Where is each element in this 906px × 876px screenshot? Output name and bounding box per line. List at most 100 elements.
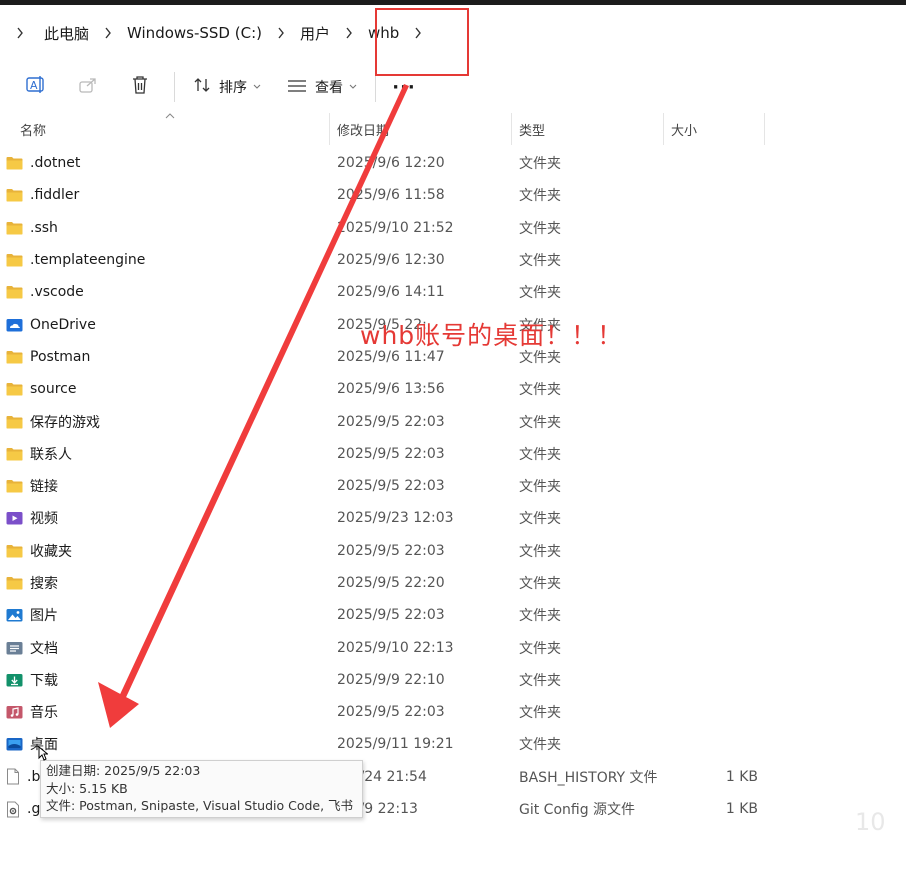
file-name-cell: 桌面: [6, 728, 58, 760]
folder-icon: [6, 576, 23, 590]
file-name-cell: .g: [6, 793, 40, 825]
file-name: 下载: [30, 672, 58, 689]
file-date: 2025/9/6 12:30: [337, 252, 445, 269]
column-size[interactable]: 大小: [665, 113, 765, 145]
file-date: 2025/9/5 22:03: [337, 542, 445, 559]
share-button[interactable]: [62, 67, 114, 107]
column-header: 名称 修改日期 类型 大小: [0, 113, 906, 145]
toolbar-divider: [375, 72, 376, 102]
onedrive-folder-icon: [6, 318, 23, 332]
file-name-cell: 文档: [6, 631, 58, 663]
file-name-cell: source: [6, 373, 77, 405]
file-date: 2025/9/11 19:21: [337, 736, 454, 753]
view-list-icon: [287, 78, 307, 97]
file-type: BASH_HISTORY 文件: [519, 769, 658, 786]
column-name[interactable]: 名称: [14, 113, 330, 145]
file-row[interactable]: 联系人 2025/9/5 22:03 文件夹: [0, 438, 906, 470]
sort-button[interactable]: 排序: [183, 67, 271, 107]
file-type: 文件夹: [519, 382, 561, 399]
chevron-right-icon[interactable]: [403, 5, 433, 61]
toolbar-divider: [174, 72, 175, 102]
file-name: 视频: [30, 511, 58, 528]
file-row[interactable]: .fiddler 2025/9/6 11:58 文件夹: [0, 179, 906, 211]
file-row[interactable]: 音乐 2025/9/5 22:03 文件夹: [0, 696, 906, 728]
file-type: Git Config 源文件: [519, 802, 636, 819]
breadcrumb-item-users[interactable]: 用户: [296, 5, 334, 61]
rename-button[interactable]: A: [10, 67, 62, 107]
file-row[interactable]: .vscode 2025/9/6 14:11 文件夹: [0, 276, 906, 308]
file-row[interactable]: 搜索 2025/9/5 22:20 文件夹: [0, 567, 906, 599]
file-name: .vscode: [30, 284, 84, 301]
file-row[interactable]: .templateengine 2025/9/6 12:30 文件夹: [0, 244, 906, 276]
file-row[interactable]: 收藏夹 2025/9/5 22:03 文件夹: [0, 535, 906, 567]
mouse-cursor-icon: [38, 745, 49, 765]
file-row[interactable]: 桌面 2025/9/11 19:21 文件夹: [0, 728, 906, 763]
file-name: 链接: [30, 479, 58, 496]
file-date: 2025/9/5 22:03: [337, 413, 445, 430]
file-row[interactable]: .dotnet 2025/9/6 12:20 文件夹: [0, 147, 906, 179]
file-date: 2025/9/5 22:03: [337, 607, 445, 624]
file-date: 2025/9/10 21:52: [337, 219, 454, 236]
file-size: [670, 341, 758, 373]
column-date[interactable]: 修改日期: [331, 113, 512, 145]
file-size: [670, 728, 758, 760]
file-size: [670, 502, 758, 534]
chevron-right-icon[interactable]: [0, 5, 40, 61]
file-row[interactable]: 链接 2025/9/5 22:03 文件夹: [0, 470, 906, 502]
file-date: 2025/9/5 22:03: [337, 704, 445, 721]
music-folder-icon: [6, 705, 23, 719]
file-size: [670, 631, 758, 663]
file-row[interactable]: 图片 2025/9/5 22:03 文件夹: [0, 599, 906, 631]
file-size: [670, 308, 758, 340]
file-row[interactable]: 下载 2025/9/9 22:10 文件夹: [0, 664, 906, 696]
file-size: [670, 373, 758, 405]
breadcrumb-item-drive[interactable]: Windows-SSD (C:): [123, 5, 266, 61]
folder-icon: [6, 156, 23, 170]
delete-button[interactable]: [114, 67, 166, 107]
file-name-cell: 搜索: [6, 567, 58, 599]
file-type: 文件夹: [519, 253, 561, 270]
command-bar: A 排序 查看 ···: [0, 61, 906, 113]
chevron-right-icon[interactable]: [266, 5, 296, 61]
file-size: [670, 599, 758, 631]
config-file-icon: [6, 801, 20, 818]
file-name: .ssh: [30, 219, 58, 236]
file-date: 2025/9/6 13:56: [337, 381, 445, 398]
file-size: [670, 147, 758, 179]
file-type: 文件夹: [519, 737, 561, 754]
column-type[interactable]: 类型: [513, 113, 664, 145]
file-row[interactable]: source 2025/9/6 13:56 文件夹: [0, 373, 906, 405]
svg-text:A: A: [30, 79, 38, 92]
file-name: 搜索: [30, 576, 58, 592]
file-type: 文件夹: [519, 511, 561, 528]
file-size: [670, 696, 758, 728]
rename-icon: A: [25, 75, 47, 99]
breadcrumb-item-this-pc[interactable]: 此电脑: [40, 5, 93, 61]
file-name: source: [30, 381, 77, 398]
folder-icon: [6, 253, 23, 267]
view-button[interactable]: 查看: [277, 67, 367, 107]
more-options-button[interactable]: ···: [384, 67, 424, 107]
file-name: 保存的游戏: [30, 414, 100, 431]
breadcrumb-item-whb[interactable]: whb: [364, 5, 403, 61]
file-row[interactable]: 保存的游戏 2025/9/5 22:03 文件夹: [0, 405, 906, 437]
file-row[interactable]: 文档 2025/9/10 22:13 文件夹: [0, 631, 906, 663]
chevron-right-icon[interactable]: [93, 5, 123, 61]
file-row[interactable]: .ssh 2025/9/10 21:52 文件夹: [0, 212, 906, 244]
file-name: 收藏夹: [30, 543, 72, 560]
file-type: 文件夹: [519, 156, 561, 173]
tooltip-files: 文件: Postman, Snipaste, Visual Studio Cod…: [46, 798, 354, 813]
chevron-right-icon[interactable]: [334, 5, 364, 61]
file-name-cell: .fiddler: [6, 179, 79, 211]
file-row[interactable]: 视频 2025/9/23 12:03 文件夹: [0, 502, 906, 534]
folder-icon: [6, 350, 23, 364]
file-type: 文件夹: [519, 705, 561, 722]
file-name: 文档: [30, 640, 58, 657]
file-type: 文件夹: [519, 188, 561, 205]
file-date: 2025/9/5 22:03: [337, 445, 445, 462]
file-date: 2025/9/9 22:10: [337, 671, 445, 688]
file-name-cell: .vscode: [6, 276, 84, 308]
pictures-folder-icon: [6, 608, 23, 622]
folder-icon: [6, 544, 23, 558]
file-date: 2025/9/6 11:58: [337, 187, 445, 204]
